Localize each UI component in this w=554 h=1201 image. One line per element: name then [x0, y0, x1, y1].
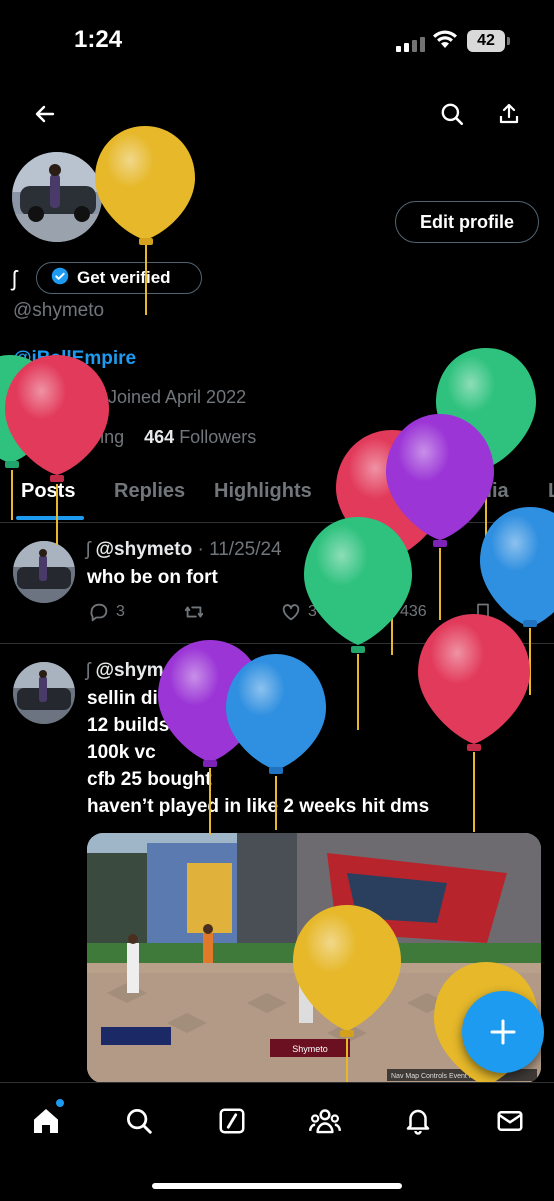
post-header: ʃ @shymeto · 11/16/24 — [86, 660, 282, 681]
following-count: 319 — [13, 427, 44, 447]
like-button[interactable]: 3 — [280, 601, 317, 623]
post-divider — [0, 643, 554, 644]
post-date: 11/16/24 — [209, 660, 282, 681]
notifications-icon — [406, 1109, 430, 1135]
display-name: ʃ — [12, 266, 17, 291]
post-line: haven’t played in like 2 weeks hit dms — [87, 796, 430, 817]
tab-likes[interactable]: L — [548, 480, 554, 503]
get-verified-label: Get verified — [77, 268, 171, 287]
following-link[interactable]: 319 Following — [13, 427, 124, 447]
post-author[interactable]: @shymeto — [96, 539, 193, 560]
post-date: 11/25/24 — [209, 539, 282, 560]
back-arrow-icon[interactable] — [25, 94, 65, 134]
tab-replies[interactable]: Replies — [114, 480, 185, 503]
followers-count: 464 — [144, 427, 175, 447]
tab-posts[interactable]: Posts — [21, 480, 75, 503]
post-text: who be on fort — [87, 567, 218, 588]
communities-icon — [309, 1109, 341, 1134]
joined-text: Joined April 2022 — [108, 387, 247, 407]
compose-post-button[interactable] — [462, 991, 544, 1073]
nav-messages[interactable] — [490, 1101, 530, 1141]
reply-button[interactable]: 3 — [88, 601, 125, 623]
profile-link[interactable]: @iBallEmpire — [13, 348, 136, 370]
battery-indicator: 42 — [467, 30, 505, 52]
media-overlay-controls: Nav Map Controls Event info — [391, 1073, 480, 1080]
nav-explore[interactable] — [119, 1101, 159, 1141]
tab-media[interactable]: Media — [452, 480, 509, 503]
post-line: 100k vc — [87, 742, 156, 763]
plus-icon — [490, 1019, 516, 1045]
share-icon — [520, 603, 536, 620]
post-header: ʃ @shymeto · 11/25/24 — [86, 539, 282, 560]
home-notification-dot — [56, 1099, 64, 1107]
post-avatar[interactable] — [13, 662, 75, 724]
tab-articles[interactable]: Articles — [346, 480, 419, 503]
nav-communities[interactable] — [305, 1101, 345, 1141]
profile-handle: @shymeto — [13, 300, 105, 321]
views-button[interactable]: 436 — [372, 601, 427, 623]
media-overlay-name: Shymeto — [292, 1044, 328, 1054]
profile-avatar[interactable] — [12, 152, 102, 242]
nav-grok[interactable] — [212, 1101, 252, 1141]
post-author-glyph: ʃ — [86, 539, 91, 560]
post-line: 12 builds — [87, 715, 170, 736]
home-indicator — [152, 1183, 402, 1189]
like-count: 3 — [308, 603, 317, 620]
views-icon — [375, 603, 392, 621]
post-text: sellin dis 12 builds 100k vc cfb 25 boug… — [87, 685, 429, 820]
reply-icon — [90, 603, 108, 622]
joined-date: Joined April 2022 — [82, 386, 246, 409]
post-share-button[interactable] — [518, 601, 538, 623]
tab-highlights[interactable]: Highlights — [214, 480, 312, 503]
profile-tabs: Posts Replies Highlights Articles Media … — [0, 470, 554, 523]
wifi-icon — [432, 30, 458, 55]
verified-badge-icon — [51, 267, 69, 290]
share-icon[interactable] — [489, 94, 529, 134]
post-author[interactable]: @shymeto — [96, 660, 193, 681]
nav-notifications[interactable] — [398, 1101, 438, 1141]
home-icon — [34, 1109, 58, 1133]
like-icon — [282, 604, 300, 621]
search-icon[interactable] — [432, 94, 472, 134]
reply-count: 3 — [116, 603, 125, 620]
balloon — [418, 614, 530, 832]
bookmark-button[interactable] — [473, 601, 493, 623]
active-tab-indicator — [16, 516, 84, 520]
battery-nub — [507, 37, 510, 45]
calendar-icon — [82, 386, 100, 409]
retweet-button[interactable] — [182, 601, 206, 623]
retweet-icon — [184, 606, 204, 618]
follow-stats: 319 Following 464 Followers — [13, 427, 256, 448]
post-avatar[interactable] — [13, 541, 75, 603]
signal-icon — [396, 34, 428, 52]
followers-link[interactable]: 464 Followers — [144, 427, 256, 447]
post-author-glyph: ʃ — [86, 660, 91, 681]
messages-icon — [497, 1111, 523, 1131]
explore-icon — [127, 1109, 152, 1134]
grok-icon — [219, 1108, 245, 1134]
status-time: 1:24 — [74, 26, 123, 53]
edit-profile-button[interactable]: Edit profile — [395, 201, 539, 243]
post-line: cfb 25 bought — [87, 769, 212, 790]
post-line: sellin dis — [87, 688, 169, 709]
following-label: Following — [48, 427, 125, 447]
followers-label: Followers — [179, 427, 257, 447]
bookmark-icon — [477, 603, 489, 621]
get-verified-button[interactable]: Get verified — [36, 262, 202, 294]
nav-home[interactable] — [26, 1099, 66, 1141]
status-bar: 1:24 42 — [0, 0, 554, 80]
views-count: 436 — [400, 603, 427, 620]
